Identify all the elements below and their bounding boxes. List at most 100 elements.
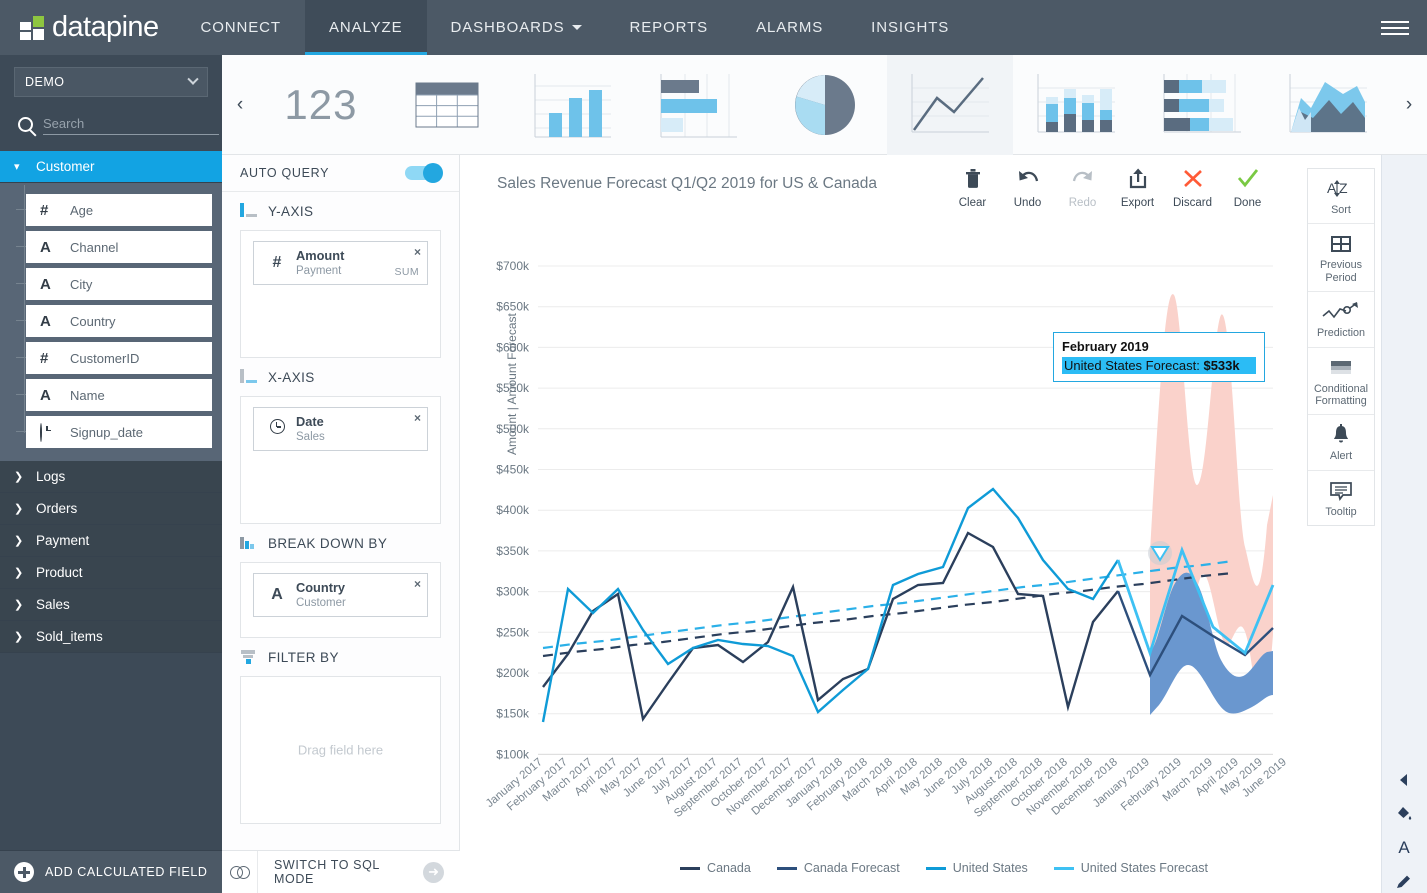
chart-type-number-label: 123 bbox=[284, 80, 358, 128]
sidebar-item-payment[interactable]: ❯ Payment bbox=[0, 525, 222, 557]
legend-swatch bbox=[680, 866, 701, 870]
x-axis-dropzone[interactable]: Date Sales × bbox=[240, 396, 441, 524]
x-axis-label: X-AXIS bbox=[268, 369, 315, 385]
legend-swatch bbox=[1053, 866, 1074, 870]
right-edge-strip: A bbox=[1381, 155, 1427, 893]
chip-remove-icon[interactable]: × bbox=[414, 245, 421, 259]
highlighted-data-point[interactable] bbox=[1148, 541, 1172, 565]
chart-type-number[interactable]: 123 bbox=[258, 55, 384, 155]
tool-previous-period[interactable]: Previous Period bbox=[1308, 224, 1374, 293]
fill-color-icon[interactable] bbox=[1387, 797, 1421, 831]
chip-date[interactable]: Date Sales × bbox=[253, 407, 428, 451]
nav-item-dashboards[interactable]: DASHBOARDS bbox=[427, 0, 606, 55]
venn-toggle-icon[interactable] bbox=[222, 850, 258, 893]
chart-type-area[interactable] bbox=[1265, 55, 1391, 155]
chevron-right-icon: ❯ bbox=[14, 535, 24, 547]
nav-item-reports[interactable]: REPORTS bbox=[606, 0, 733, 55]
break-down-by-dropzone[interactable]: A Country Customer × bbox=[240, 562, 441, 638]
chart-plot: $700k $650k $600k $550k $500k $450k $400… bbox=[484, 259, 1289, 820]
chart-type-toolbar: ‹ 123 › bbox=[222, 54, 1427, 155]
nav-item-analyze[interactable]: ANALYZE bbox=[304, 0, 427, 55]
chip-remove-icon[interactable]: × bbox=[414, 577, 421, 591]
top-navigation-bar: datapine CONNECT ANALYZE DASHBOARDS REPO… bbox=[0, 0, 1427, 55]
sidebar-item-orders[interactable]: ❯ Orders bbox=[0, 493, 222, 525]
chip-title: Date bbox=[296, 413, 324, 429]
tool-alert[interactable]: Alert bbox=[1308, 415, 1374, 471]
text-style-icon[interactable]: A bbox=[1387, 831, 1421, 865]
field-age[interactable]: # Age bbox=[16, 194, 212, 226]
sidebar-item-sold-items[interactable]: ❯ Sold_items bbox=[0, 621, 222, 653]
table-name: Payment bbox=[36, 533, 90, 548]
auto-query-toggle[interactable] bbox=[405, 163, 443, 183]
tool-tooltip[interactable]: Tooltip bbox=[1308, 471, 1374, 525]
nav-item-insights[interactable]: INSIGHTS bbox=[847, 0, 973, 55]
search-input[interactable] bbox=[43, 116, 219, 135]
chart-type-stacked-bar[interactable] bbox=[1139, 55, 1265, 155]
nav-item-label: INSIGHTS bbox=[871, 19, 950, 36]
nav-item-alarms[interactable]: ALARMS bbox=[732, 0, 847, 55]
collapse-panel-icon[interactable] bbox=[1387, 763, 1421, 797]
table-list: ▾ Customer # Age A Channel A City A Coun… bbox=[0, 151, 222, 653]
field-city[interactable]: A City bbox=[16, 268, 212, 300]
chart-type-bar[interactable] bbox=[636, 55, 762, 155]
sidebar-item-sales[interactable]: ❯ Sales bbox=[0, 589, 222, 621]
database-select[interactable]: DEMO bbox=[14, 67, 208, 97]
sort-icon: AZ bbox=[1310, 177, 1372, 201]
left-sidebar: DEMO ▾ Customer # Age A bbox=[0, 55, 222, 893]
y-axis-dropzone[interactable]: # Amount Payment SUM × bbox=[240, 230, 441, 358]
legend-item-canada-forecast[interactable]: Canada Forecast bbox=[776, 861, 900, 875]
sidebar-item-customer[interactable]: ▾ Customer bbox=[0, 151, 222, 183]
svg-text:$450k: $450k bbox=[496, 463, 530, 477]
tooltip-series-name: United States Forecast: bbox=[1064, 358, 1200, 373]
text-style-glyph: A bbox=[1398, 838, 1410, 857]
break-down-by-header: BREAK DOWN BY bbox=[240, 524, 441, 562]
legend-label: United States Forecast bbox=[1080, 861, 1208, 875]
svg-text:$350k: $350k bbox=[496, 544, 530, 558]
filter-by-section: FILTER BY Drag field here bbox=[222, 638, 459, 824]
chart-type-table[interactable] bbox=[384, 55, 510, 155]
legend-item-united-states-forecast[interactable]: United States Forecast bbox=[1053, 861, 1208, 875]
chevron-down-icon bbox=[187, 73, 199, 85]
chip-amount[interactable]: # Amount Payment SUM × bbox=[253, 241, 428, 285]
chip-subtitle: Payment bbox=[296, 264, 342, 277]
add-calculated-field-button[interactable]: ADD CALCULATED FIELD bbox=[0, 850, 222, 893]
chart-type-prev-button[interactable]: ‹ bbox=[222, 94, 258, 116]
nav-item-connect[interactable]: CONNECT bbox=[176, 0, 304, 55]
filter-by-dropzone[interactable]: Drag field here bbox=[240, 676, 441, 824]
field-label: Country bbox=[70, 313, 116, 329]
tool-conditional-formatting[interactable]: Conditional Formatting bbox=[1308, 348, 1374, 416]
sidebar-item-product[interactable]: ❯ Product bbox=[0, 557, 222, 589]
field-customerid[interactable]: # CustomerID bbox=[16, 342, 212, 374]
prediction-icon bbox=[1310, 300, 1372, 324]
field-country[interactable]: A Country bbox=[16, 305, 212, 337]
datapine-analyze-app: datapine CONNECT ANALYZE DASHBOARDS REPO… bbox=[0, 0, 1427, 893]
svg-text:$100k: $100k bbox=[496, 747, 530, 761]
field-name[interactable]: A Name bbox=[16, 379, 212, 411]
legend-swatch bbox=[925, 866, 946, 870]
customer-field-list: # Age A Channel A City A Country # Custo… bbox=[0, 183, 222, 461]
tool-prediction[interactable]: Prediction bbox=[1308, 292, 1374, 348]
chip-aggregation[interactable]: SUM bbox=[394, 266, 419, 284]
datapine-logo[interactable]: datapine bbox=[0, 11, 176, 44]
field-type-text-icon: A bbox=[40, 312, 51, 330]
chart-type-stacked-column[interactable] bbox=[1013, 55, 1139, 155]
break-down-icon bbox=[240, 535, 258, 551]
chip-remove-icon[interactable]: × bbox=[414, 411, 421, 425]
hamburger-icon[interactable] bbox=[1381, 17, 1409, 39]
chart-type-line[interactable] bbox=[887, 54, 1014, 155]
sql-mode-go-button[interactable]: ➜ bbox=[423, 861, 444, 883]
legend-item-canada[interactable]: Canada bbox=[680, 861, 751, 875]
chip-country[interactable]: A Country Customer × bbox=[253, 573, 428, 617]
sidebar-item-logs[interactable]: ❯ Logs bbox=[0, 461, 222, 493]
field-signup-date[interactable]: Signup_date bbox=[16, 416, 212, 448]
legend-item-united-states[interactable]: United States bbox=[925, 861, 1028, 875]
switch-to-sql-mode-label[interactable]: SWITCH TO SQL MODE bbox=[274, 858, 423, 886]
tool-sort[interactable]: AZ Sort bbox=[1308, 169, 1374, 225]
edit-pencil-icon[interactable] bbox=[1387, 865, 1421, 893]
chart-tooltip: February 2019 United States Forecast: $5… bbox=[1053, 332, 1265, 382]
chart-type-next-button[interactable]: › bbox=[1391, 94, 1427, 116]
field-type-text-icon: A bbox=[40, 275, 51, 293]
field-channel[interactable]: A Channel bbox=[16, 231, 212, 263]
chart-type-pie[interactable] bbox=[762, 55, 888, 155]
chart-type-column[interactable] bbox=[510, 55, 636, 155]
